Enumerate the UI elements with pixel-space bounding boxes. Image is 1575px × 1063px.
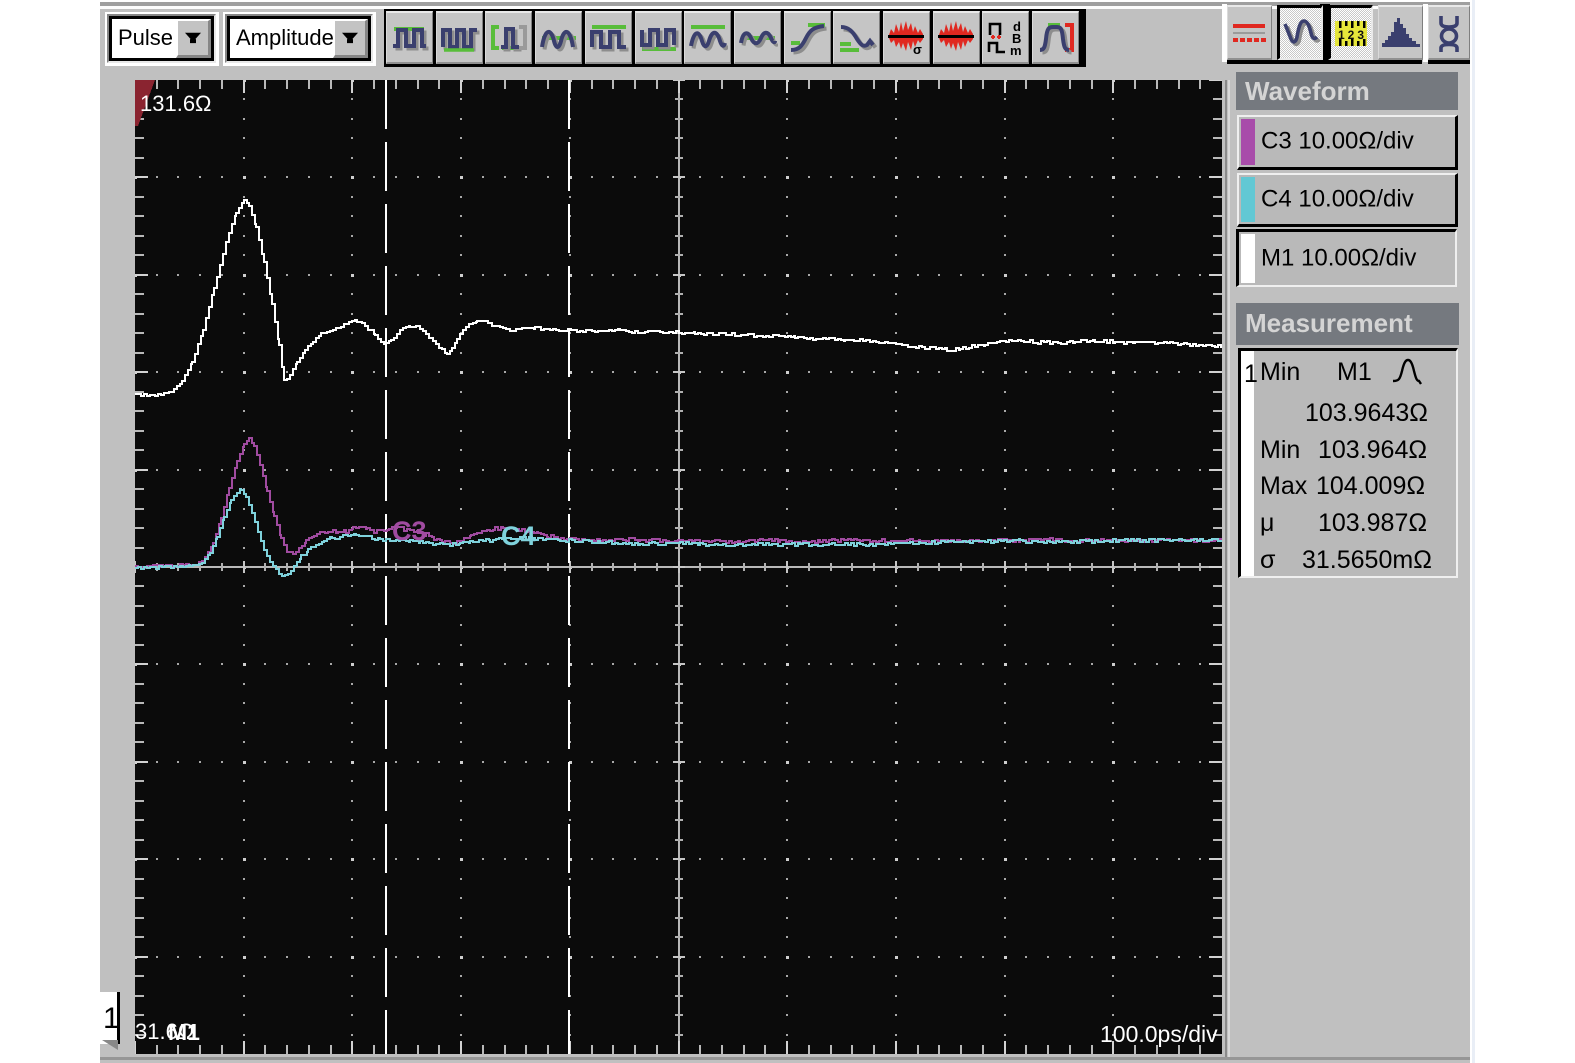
svg-text:m: m xyxy=(1010,43,1022,57)
svg-text:123: 123 xyxy=(1338,28,1367,42)
svg-text:σ: σ xyxy=(913,42,922,57)
